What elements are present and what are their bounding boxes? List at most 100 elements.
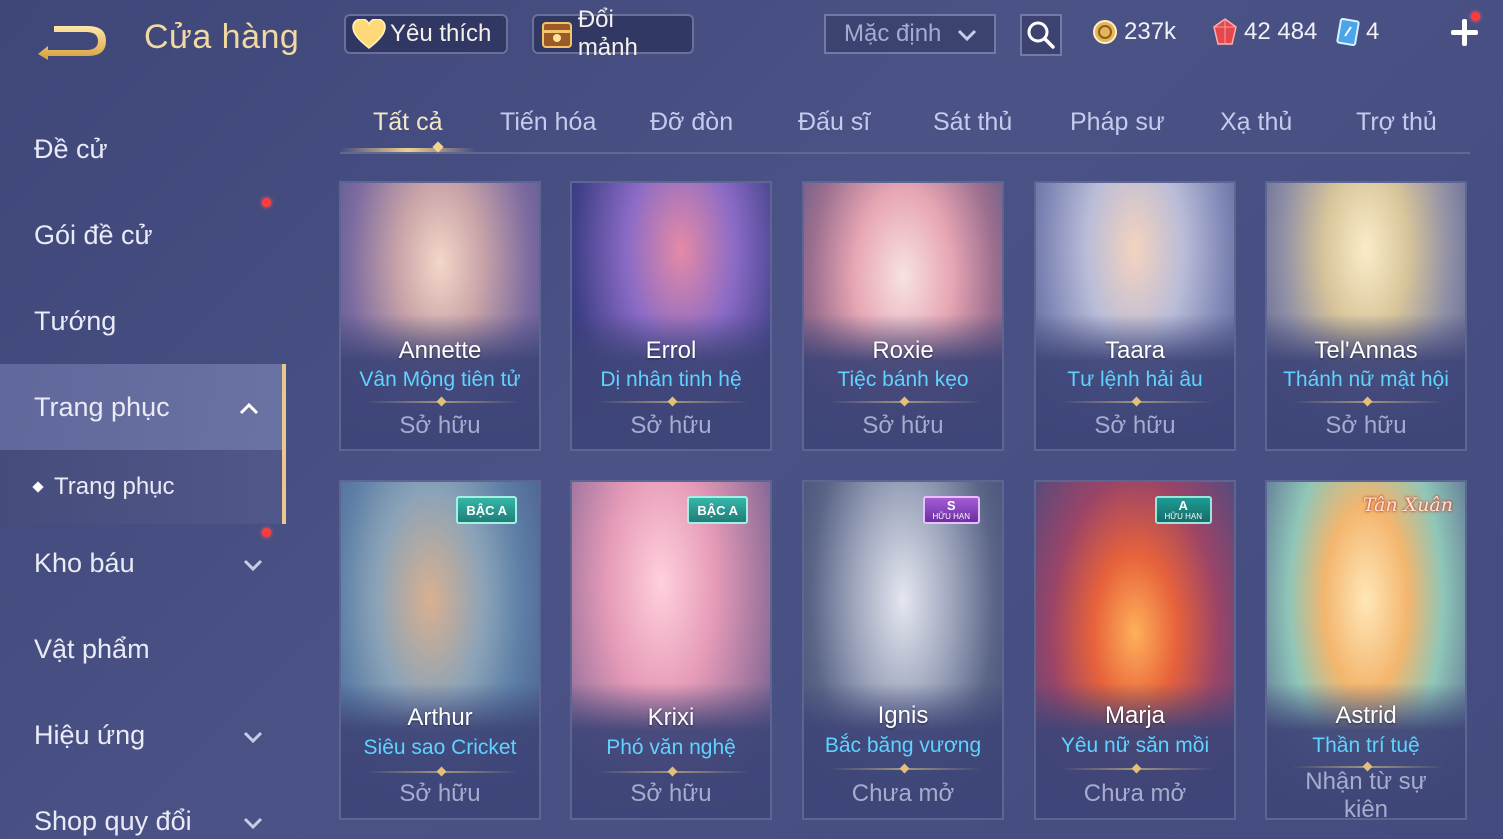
sidebar-item-recommended-packs[interactable]: Gói đề cử (0, 192, 286, 278)
tab-mage[interactable]: Pháp sư (1070, 108, 1165, 137)
skin-name: Thần trí tuệ (1312, 734, 1420, 757)
sort-dropdown[interactable]: Mặc định (824, 14, 996, 54)
voucher-card-icon (1336, 18, 1360, 46)
sidebar-item-label: Gói đề cử (34, 219, 153, 250)
gold-amount: 237k (1124, 18, 1177, 45)
tab-assassin[interactable]: Sát thủ (933, 108, 1012, 137)
sidebar-item-effects[interactable]: Hiệu ứng (0, 692, 286, 778)
active-tab-indicator (340, 148, 476, 152)
skin-name: Dị nhân tinh hệ (600, 368, 742, 391)
tab-all[interactable]: Tất cả (373, 108, 442, 137)
category-tabs: Tất cả Tiến hóa Đỡ đòn Đấu sĩ Sát thủ Ph… (340, 96, 1470, 154)
hero-name: Taara (1104, 337, 1166, 364)
skin-name: Tư lệnh hải âu (1067, 368, 1203, 391)
skin-card[interactable]: Tel'Annas Thánh nữ mật hội Sở hữu (1265, 181, 1467, 451)
exchange-fragments-button[interactable]: Đổi mảnh (532, 6, 694, 61)
skin-card[interactable]: BẬC A Arthur Siêu sao Cricket Sở hữu (339, 480, 541, 820)
sidebar-item-exchange-shop[interactable]: Shop quy đổi (0, 778, 286, 839)
voucher-amount: 4 (1366, 18, 1380, 45)
ownership-status: Chưa mở (1083, 780, 1187, 807)
limited-tier-badge: S HỮU HẠN (922, 496, 980, 524)
skin-card[interactable]: S HỮU HẠN Ignis Bắc băng vương Chưa mở (802, 480, 1004, 820)
hero-name: Astrid (1335, 702, 1397, 729)
limited-tier-badge: A HỮU HẠN (1154, 496, 1212, 524)
skin-card[interactable]: BẬC A Krixi Phó văn nghệ Sở hữu (570, 480, 772, 820)
sidebar-item-items[interactable]: Vật phẩm (0, 606, 286, 692)
skin-name: Bắc băng vương (824, 734, 982, 757)
hero-name: Marja (1104, 702, 1165, 729)
tab-fighter[interactable]: Đấu sĩ (798, 108, 870, 137)
chevron-up-icon (238, 396, 260, 427)
coupon-amount: 42 484 (1244, 18, 1318, 45)
notification-dot (262, 528, 271, 537)
back-button[interactable] (34, 20, 110, 62)
ownership-status: Sở hữu (399, 412, 481, 439)
tab-evolution[interactable]: Tiến hóa (500, 108, 596, 137)
ownership-status: Sở hữu (630, 780, 712, 807)
sidebar-item-heroes[interactable]: Tướng (0, 278, 286, 364)
tier-badge: BẬC A (456, 496, 517, 524)
sort-label: Mặc định (844, 20, 942, 47)
ownership-status: Sở hữu (862, 412, 944, 439)
skin-card[interactable]: Tân Xuân Astrid Thần trí tuệ Nhận từ sự … (1265, 480, 1467, 820)
skin-name: Yêu nữ săn mồi (1060, 734, 1210, 757)
exchange-label: Đổi mảnh (577, 6, 638, 61)
ownership-status: Sở hữu (1325, 412, 1407, 439)
search-icon (1027, 21, 1055, 49)
hero-name: Tel'Annas (1314, 337, 1418, 364)
event-badge: Tân Xuân (1362, 494, 1453, 516)
notification-dot (262, 198, 271, 207)
hero-name: Krixi (647, 704, 695, 731)
heart-icon (350, 15, 388, 53)
coupon-currency: 42 484 (1212, 16, 1317, 48)
gold-coin-icon (1092, 19, 1118, 45)
tab-tank[interactable]: Đỡ đòn (650, 108, 733, 137)
sidebar-item-label: Đề cử (34, 133, 108, 164)
skin-card[interactable]: Roxie Tiệc bánh kẹo Sở hữu (802, 181, 1004, 451)
chevron-down-icon (242, 552, 264, 583)
ownership-status: Nhận từ sự kiện (1305, 768, 1427, 820)
ownership-status: Sở hữu (1094, 412, 1176, 439)
sidebar-item-label: Kho báu (34, 547, 135, 578)
notification-dot (1471, 12, 1480, 21)
sidebar-item-recommended[interactable]: Đề cử (0, 106, 286, 192)
skin-name: Tiệc bánh kẹo (837, 368, 969, 391)
hero-name: Arthur (407, 704, 473, 731)
hero-name: Annette (398, 337, 482, 364)
top-bar: Cửa hàng Yêu thích Đổi mảnh Mặc định 237… (0, 0, 1503, 80)
diamond-bullet-icon (32, 481, 44, 493)
skin-name: Thánh nữ mật hội (1283, 368, 1449, 391)
chevron-down-icon (242, 724, 264, 755)
skin-card[interactable]: Annette Vân Mộng tiên tử Sở hữu (339, 181, 541, 451)
sidebar: Đề cử Gói đề cử Tướng Trang phục Trang p… (0, 100, 290, 839)
favorite-button[interactable]: Yêu thích (344, 14, 508, 54)
back-arrow-icon (38, 26, 106, 60)
sidebar-item-label: Shop quy đổi (34, 805, 192, 836)
page-title: Cửa hàng (144, 18, 300, 56)
chevron-down-icon (242, 810, 264, 839)
fragment-chest-icon (538, 15, 576, 53)
sidebar-item-skins[interactable]: Trang phục (0, 364, 286, 450)
sidebar-subitem-skins[interactable]: Trang phục (0, 450, 286, 524)
ownership-status: Chưa mở (851, 780, 955, 807)
skin-card[interactable]: A HỮU HẠN Marja Yêu nữ săn mồi Chưa mở (1034, 480, 1236, 820)
favorite-label: Yêu thích (390, 20, 492, 47)
hero-name: Ignis (877, 702, 929, 729)
skin-card[interactable]: Taara Tư lệnh hải âu Sở hữu (1034, 181, 1236, 451)
sidebar-item-treasure[interactable]: Kho báu (0, 520, 286, 606)
search-button[interactable] (1020, 14, 1062, 56)
ownership-status: Sở hữu (399, 780, 481, 807)
skin-card[interactable]: Errol Dị nhân tinh hệ Sở hữu (570, 181, 772, 451)
sidebar-item-label: Vật phẩm (34, 633, 150, 664)
sidebar-item-label: Trang phục (34, 391, 170, 422)
voucher-currency: 4 (1336, 16, 1379, 48)
skin-name: Vân Mộng tiên tử (359, 368, 521, 391)
sidebar-subitem-label: Trang phục (54, 473, 175, 500)
tab-support[interactable]: Trợ thủ (1356, 108, 1437, 137)
skin-name: Siêu sao Cricket (363, 736, 517, 759)
tab-marksman[interactable]: Xạ thủ (1220, 108, 1292, 137)
tier-badge: BẬC A (687, 496, 748, 524)
gold-currency: 237k (1092, 16, 1176, 48)
sidebar-item-label: Hiệu ứng (34, 719, 146, 750)
sidebar-item-label: Tướng (34, 305, 117, 336)
